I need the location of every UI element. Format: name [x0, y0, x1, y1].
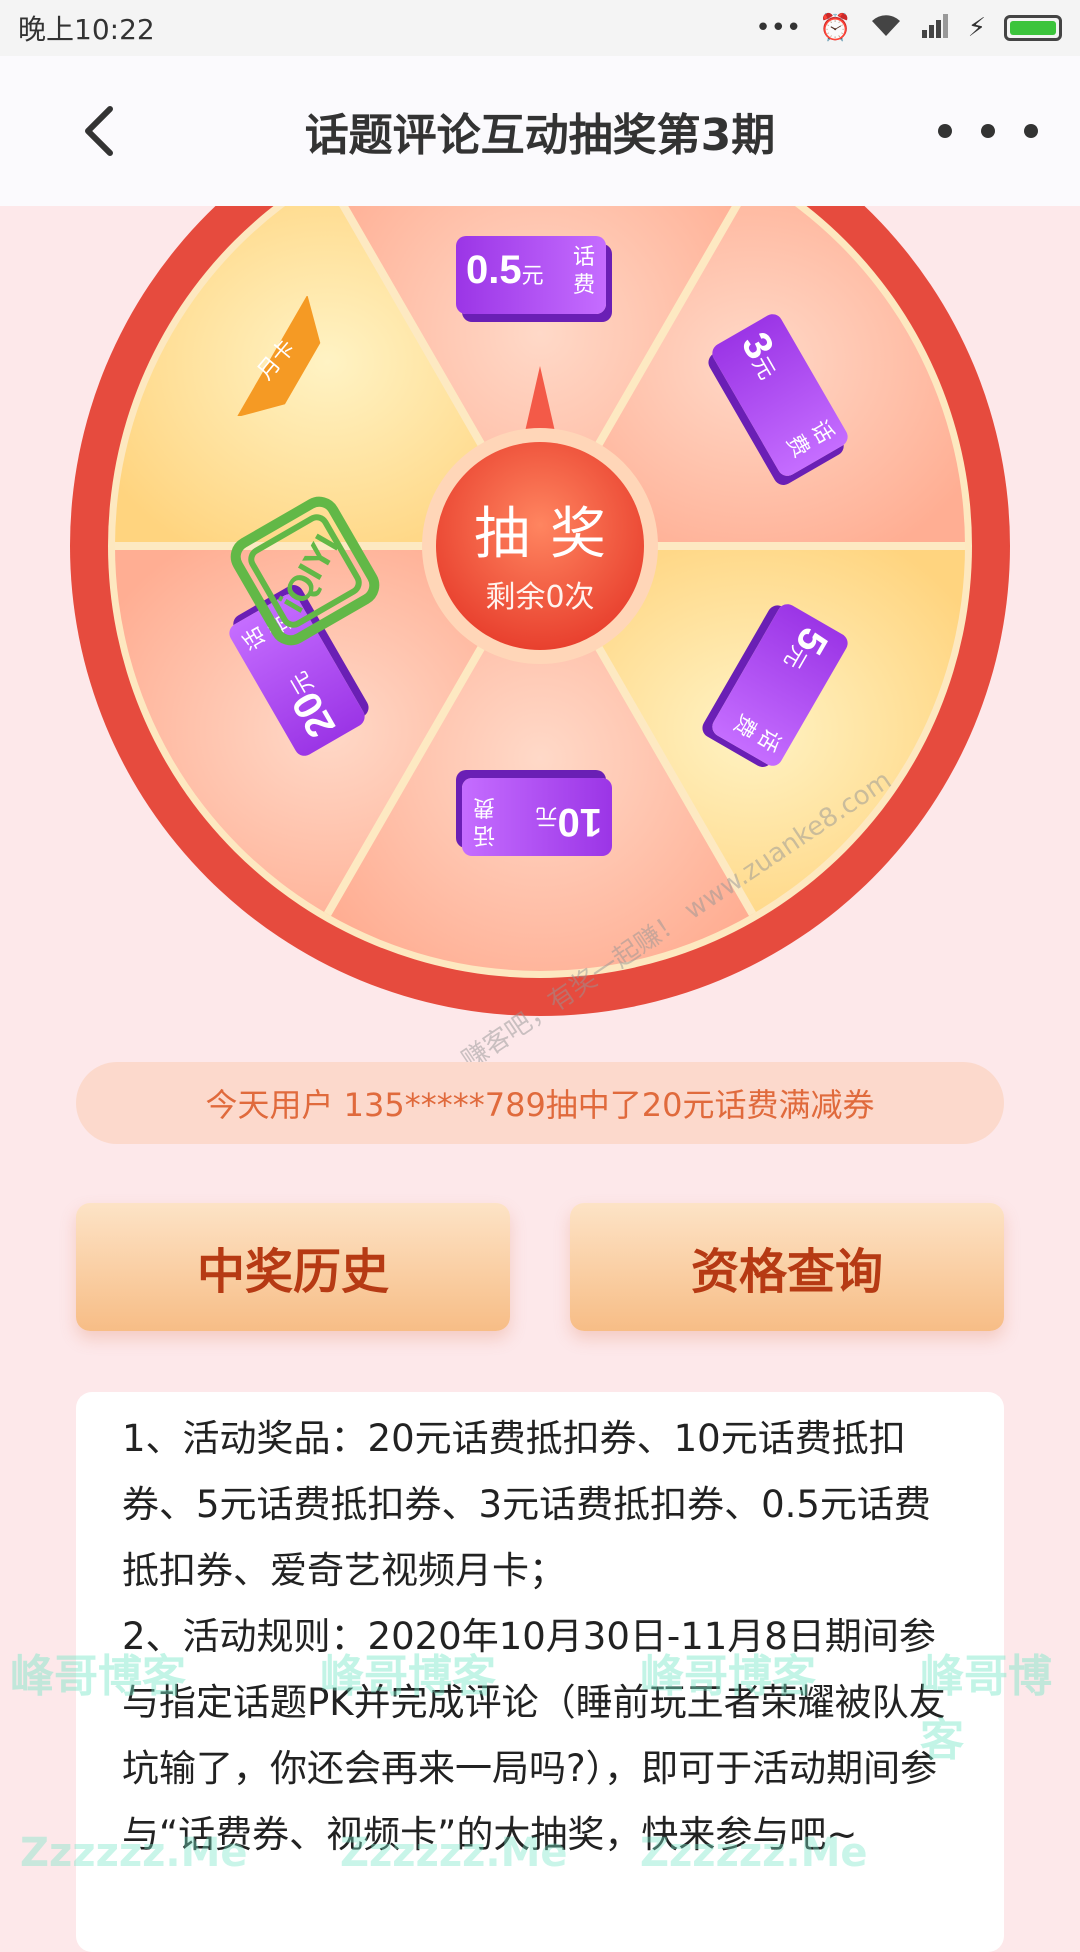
chevron-left-icon: [85, 106, 113, 156]
hd-signal-icon: [920, 12, 950, 45]
spin-button-label[interactable]: 抽奖: [440, 489, 640, 570]
status-time: 晚上10:22: [18, 13, 155, 46]
lottery-wheel-area: 抽奖 剩余0次 0.5元 话费 3元 话费 5元 话费 10元 话费 20元 话…: [0, 206, 1080, 1046]
rule-item: 1、活动奖品：20元话费抵扣券、10元话费抵扣券、5元话费抵扣券、3元话费抵扣券…: [122, 1417, 931, 1592]
wifi-icon: [870, 12, 902, 45]
spin-remaining: 剩余0次: [485, 580, 595, 615]
more-button[interactable]: [938, 114, 1038, 148]
iqiyi-logo-icon: iQIYI: [230, 496, 380, 646]
alarm-icon: ⏰: [819, 13, 852, 43]
status-icons: ••• ⏰ ⚡: [755, 12, 1062, 45]
rule-item: 2、活动规则：2020年10月30日-11月8日期间参与指定话题PK并完成评论（…: [122, 1615, 946, 1856]
winner-banner: 今天用户 135*****789抽中了20元话费满减券: [76, 1062, 1004, 1144]
prize-iqiyi-month-card: iQIYI: [230, 496, 380, 646]
prize-coupon-10: 10元 话费: [462, 778, 612, 856]
status-bar: 晚上10:22 ••• ⏰ ⚡: [0, 0, 1080, 56]
title-bar: 话题评论互动抽奖第3期: [0, 56, 1080, 206]
more-horizontal-icon: [938, 124, 952, 138]
charging-icon: ⚡: [967, 13, 986, 43]
back-button[interactable]: [70, 101, 130, 161]
page-title: 话题评论互动抽奖第3期: [304, 110, 776, 161]
rules-panel: 1、活动奖品：20元话费抵扣券、10元话费抵扣券、5元话费抵扣券、3元话费抵扣券…: [76, 1392, 1004, 1952]
qualification-query-button[interactable]: 资格查询: [570, 1203, 1004, 1331]
month-card-badge: 月卡: [236, 296, 321, 416]
prize-coupon-0.5: 0.5元 话费: [456, 236, 606, 314]
more-dots-icon: •••: [755, 13, 802, 43]
winning-history-button[interactable]: 中奖历史: [76, 1203, 510, 1331]
battery-icon: [1004, 15, 1062, 41]
lottery-wheel: [70, 206, 1010, 1016]
